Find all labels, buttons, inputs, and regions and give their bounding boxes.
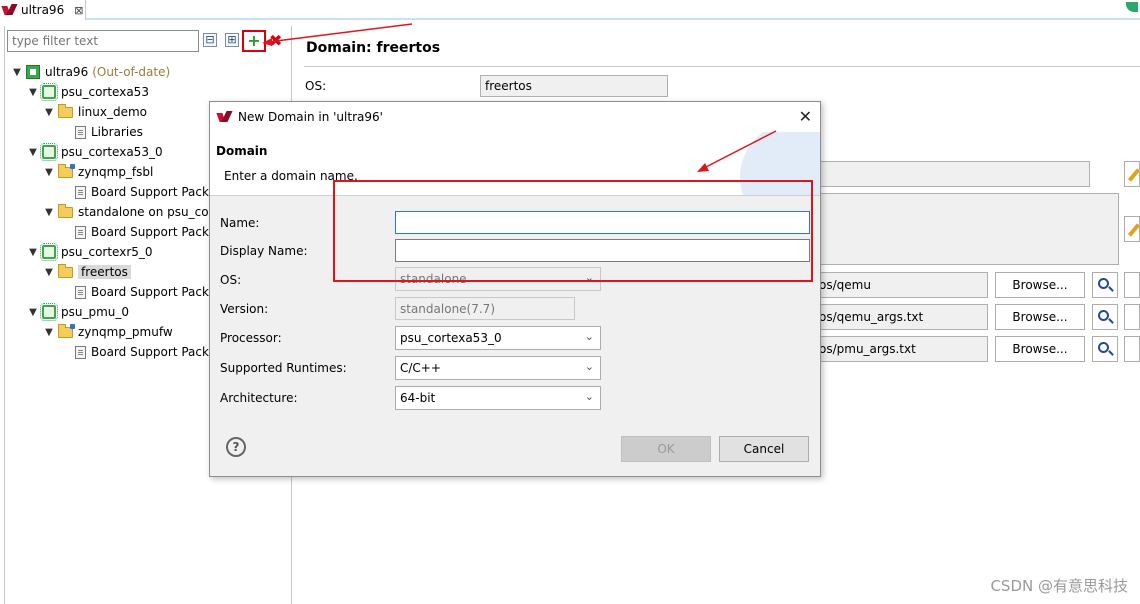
annotation-arrows [262,23,777,172]
watermark: CSDN @有意思科技 [990,577,1128,595]
